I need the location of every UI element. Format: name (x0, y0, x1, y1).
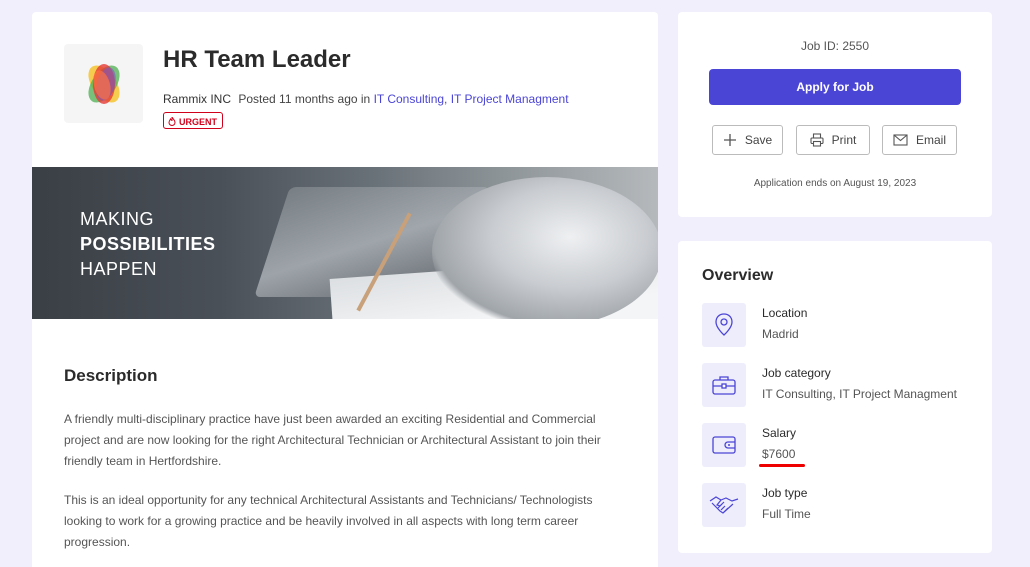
jobtype-label: Job type (762, 486, 808, 500)
overview-title: Overview (702, 267, 774, 284)
save-button[interactable]: Save (712, 125, 783, 155)
fire-icon (168, 117, 176, 126)
salary-highlight-underline (759, 464, 805, 467)
category-label: Job category (762, 366, 831, 380)
posted-text: Posted 11 months ago in (238, 92, 371, 106)
job-title: HR Team Leader (163, 46, 351, 73)
overview-item-jobtype: Job type Full Time (702, 483, 982, 527)
banner-hand (432, 177, 658, 319)
wallet-icon (702, 423, 746, 467)
company-logo-icon (88, 64, 120, 104)
salary-label: Salary (762, 426, 797, 440)
salary-value: $7600 (762, 447, 796, 461)
plus-icon (723, 134, 736, 146)
category-value: IT Consulting, IT Project Managment (762, 387, 957, 401)
banner-line-3: HAPPEN (80, 259, 158, 279)
handshake-icon (702, 483, 746, 527)
print-button[interactable]: Print (796, 125, 870, 155)
save-label: Save (744, 133, 773, 147)
overview-item-location: Location Madrid (702, 303, 982, 347)
apply-card: Job ID: 2550 Apply for Job Save Print Em… (678, 12, 992, 217)
job-main-card: HR Team Leader Rammix INC Posted 11 mont… (32, 12, 658, 567)
banner-line-2: POSSIBILITIES (80, 234, 216, 254)
overview-card: Overview Location Madrid Job category IT… (678, 241, 992, 553)
banner-line-1: MAKING (80, 209, 155, 229)
briefcase-icon (702, 363, 746, 407)
description-title: Description (64, 366, 158, 385)
banner-text: MAKING POSSIBILITIES HAPPEN (80, 207, 216, 282)
map-pin-icon (702, 303, 746, 347)
company-name[interactable]: Rammix INC (163, 92, 231, 106)
company-logo (64, 44, 143, 123)
apply-button[interactable]: Apply for Job (709, 69, 961, 105)
description-paragraph-2: This is an ideal opportunity for any tec… (64, 493, 593, 549)
job-meta: Rammix INC Posted 11 months ago in IT Co… (163, 92, 569, 106)
location-value: Madrid (762, 327, 799, 341)
print-label: Print (831, 133, 857, 147)
job-banner-image: MAKING POSSIBILITIES HAPPEN (32, 167, 658, 319)
printer-icon (810, 133, 824, 147)
job-id: Job ID: 2550 (800, 39, 870, 53)
envelope-icon (893, 134, 908, 146)
email-label: Email (915, 133, 946, 147)
overview-item-category: Job category IT Consulting, IT Project M… (702, 363, 982, 407)
location-label: Location (762, 306, 808, 320)
application-deadline: Application ends on August 19, 2023 (753, 178, 917, 189)
category-link[interactable]: IT Consulting, IT Project Managment (374, 92, 569, 106)
urgent-badge: URGENT (163, 112, 223, 129)
jobtype-value: Full Time (762, 507, 811, 521)
overview-item-salary: Salary $7600 (702, 423, 982, 467)
urgent-label: URGENT (179, 116, 217, 127)
email-button[interactable]: Email (882, 125, 957, 155)
description-paragraph-1: A friendly multi-disciplinary practice h… (64, 412, 601, 468)
